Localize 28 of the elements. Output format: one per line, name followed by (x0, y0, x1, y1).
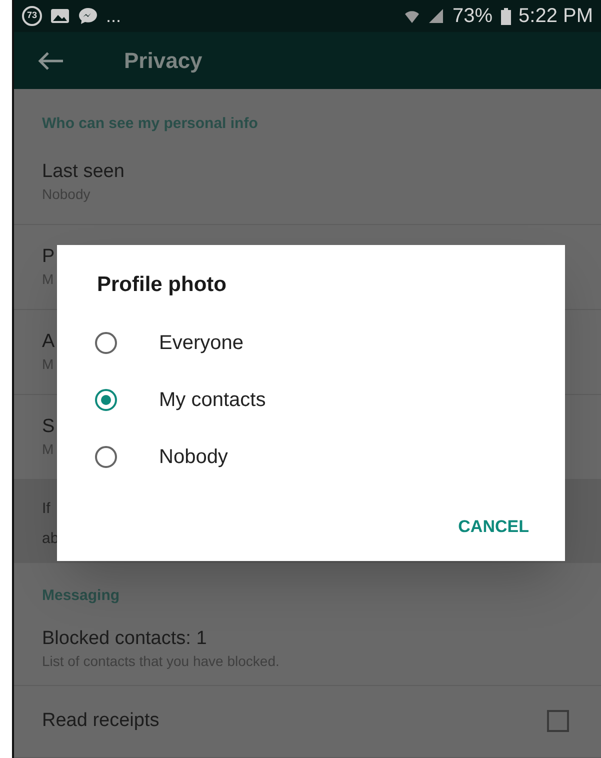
signal-icon (428, 8, 444, 24)
setting-title[interactable]: Last seen (42, 160, 124, 184)
setting-title[interactable]: Blocked contacts: 1 (42, 627, 207, 652)
option-label[interactable]: Everyone (159, 328, 244, 358)
setting-title[interactable]: A (42, 330, 55, 354)
option-label[interactable]: My contacts (159, 385, 266, 415)
wifi-icon (404, 8, 420, 24)
radio-button[interactable] (95, 446, 117, 468)
section-header: Who can see my personal info (41, 114, 259, 134)
overflow-indicator: ... (106, 4, 122, 28)
setting-title[interactable]: S (42, 414, 55, 439)
dialog-title: Profile photo (97, 272, 228, 298)
setting-title[interactable]: Read receipts (42, 709, 160, 734)
section-header: Messaging (41, 586, 121, 606)
cancel-button[interactable]: CANCEL (458, 514, 529, 539)
back-arrow-icon[interactable] (38, 50, 64, 71)
chat-bubble-icon (78, 7, 98, 26)
battery-icon (500, 8, 511, 25)
image-icon (50, 8, 70, 24)
radio-button[interactable] (95, 389, 117, 411)
clock: 5:22 PM (518, 4, 593, 30)
checkbox[interactable] (547, 710, 569, 732)
notification-count-badge: 73 (22, 6, 42, 26)
setting-title[interactable]: P (42, 244, 55, 269)
battery-percent: 73% (452, 4, 493, 30)
toolbar-title: Privacy (124, 47, 202, 76)
option-label[interactable]: Nobody (159, 442, 228, 472)
radio-button[interactable] (95, 332, 117, 354)
